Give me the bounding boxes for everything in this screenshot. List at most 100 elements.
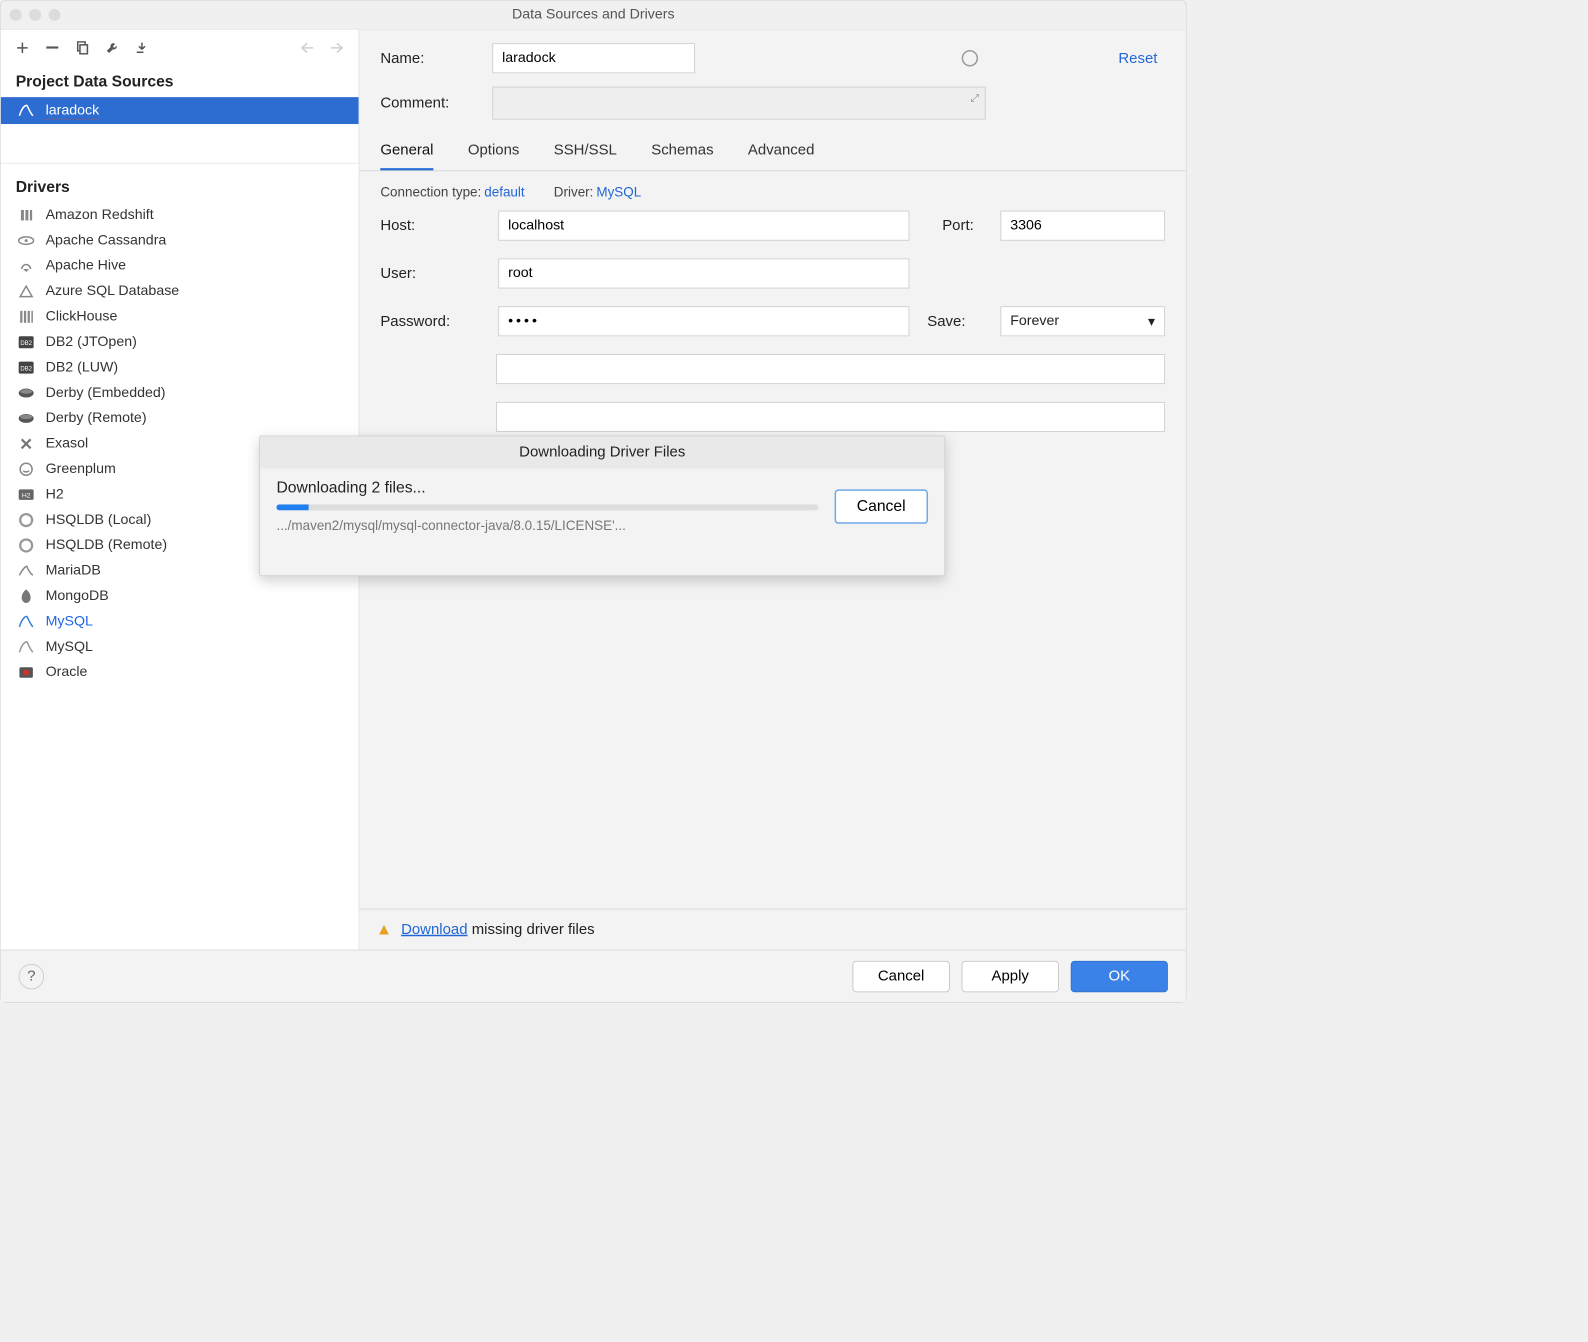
cancel-button[interactable]: Cancel <box>853 961 950 992</box>
remove-icon[interactable] <box>44 40 60 56</box>
driver-item-label: MariaDB <box>46 563 101 579</box>
driver-item-label: Oracle <box>46 664 88 680</box>
driver-item-label: ClickHouse <box>46 309 118 325</box>
driver-item-label: Apache Hive <box>46 258 126 274</box>
back-icon[interactable] <box>299 40 315 56</box>
password-label: Password: <box>380 313 485 330</box>
driver-link[interactable]: MySQL <box>596 185 641 200</box>
section-header-project: Project Data Sources <box>1 66 359 97</box>
driver-item[interactable]: MongoDB <box>1 584 359 609</box>
driver-item-label: MySQL <box>46 613 93 629</box>
forward-icon[interactable] <box>329 40 345 56</box>
copy-icon[interactable] <box>74 40 90 56</box>
conn-type-label: Connection type: <box>380 185 481 200</box>
url-input[interactable] <box>496 402 1165 432</box>
warning-bar: ▲ Download missing driver files <box>359 909 1185 950</box>
tab-schemas[interactable]: Schemas <box>651 142 713 170</box>
titlebar: Data Sources and Drivers <box>1 1 1186 29</box>
tab-general[interactable]: General <box>380 142 433 170</box>
comment-input[interactable]: ⤢ <box>492 87 985 120</box>
driver-item-label: MySQL <box>46 639 93 655</box>
ok-button[interactable]: OK <box>1071 961 1168 992</box>
name-label: Name: <box>380 50 492 67</box>
driver-icon <box>17 257 35 275</box>
driver-icon <box>17 664 35 682</box>
name-input[interactable] <box>492 43 694 73</box>
mysql-icon <box>17 102 35 120</box>
driver-item-label: Azure SQL Database <box>46 283 180 299</box>
driver-item[interactable]: DB2 DB2 (LUW) <box>1 355 359 380</box>
download-drivers-link[interactable]: Download <box>401 921 467 937</box>
driver-item[interactable]: DB2 DB2 (JTOpen) <box>1 330 359 355</box>
section-header-drivers: Drivers <box>1 171 359 202</box>
driver-item-label: DB2 (LUW) <box>46 359 119 375</box>
driver-item[interactable]: Apache Hive <box>1 253 359 278</box>
driver-icon <box>17 460 35 478</box>
driver-item[interactable]: MySQL <box>1 609 359 634</box>
driver-item[interactable]: Derby (Embedded) <box>1 380 359 405</box>
apply-button[interactable]: Apply <box>962 961 1059 992</box>
svg-text:DB2: DB2 <box>20 341 32 347</box>
sidebar-toolbar <box>1 30 359 66</box>
reset-link[interactable]: Reset <box>1118 50 1165 67</box>
driver-item-label: HSQLDB (Local) <box>46 512 152 528</box>
conn-type-link[interactable]: default <box>484 185 524 200</box>
user-input[interactable] <box>498 259 909 289</box>
driver-item[interactable]: MySQL <box>1 634 359 659</box>
tab-options[interactable]: Options <box>468 142 520 170</box>
driver-icon: H2 <box>17 486 35 504</box>
add-icon[interactable] <box>14 40 30 56</box>
dialog-title: Downloading Driver Files <box>260 436 944 468</box>
driver-item[interactable]: Amazon Redshift <box>1 202 359 227</box>
dialog-cancel-button[interactable]: Cancel <box>834 489 928 523</box>
driver-item[interactable]: Oracle <box>1 660 359 685</box>
driver-item-label: DB2 (JTOpen) <box>46 334 137 350</box>
connection-subinfo: Connection type:default Driver:MySQL <box>359 171 1185 203</box>
window-title: Data Sources and Drivers <box>1 7 1186 23</box>
driver-icon <box>17 206 35 224</box>
user-label: User: <box>380 265 485 282</box>
driver-icon: DB2 <box>17 359 35 377</box>
expand-icon[interactable]: ⤢ <box>970 92 978 105</box>
driver-item[interactable]: Azure SQL Database <box>1 279 359 304</box>
wrench-icon[interactable] <box>104 40 120 56</box>
import-icon[interactable] <box>134 40 150 56</box>
driver-icon <box>17 587 35 605</box>
driver-icon <box>17 308 35 326</box>
host-input[interactable] <box>498 211 909 241</box>
driver-icon <box>17 562 35 580</box>
port-label: Port: <box>942 217 987 234</box>
color-circle-icon[interactable] <box>962 50 978 66</box>
tab-advanced[interactable]: Advanced <box>748 142 814 170</box>
comment-label: Comment: <box>380 95 492 112</box>
save-select[interactable]: Forever ▾ <box>1001 306 1165 336</box>
port-input[interactable] <box>1001 211 1165 241</box>
tab-ssh-ssl[interactable]: SSH/SSL <box>554 142 617 170</box>
tabs: General Options SSH/SSL Schemas Advanced <box>359 133 1185 171</box>
driver-item[interactable]: ClickHouse <box>1 304 359 329</box>
driver-item-label: Derby (Remote) <box>46 410 147 426</box>
driver-item-label: HSQLDB (Remote) <box>46 537 168 553</box>
driver-icon <box>17 282 35 300</box>
driver-icon <box>17 384 35 402</box>
driver-item[interactable]: Derby (Remote) <box>1 406 359 431</box>
warning-icon: ▲ <box>376 920 392 939</box>
datasource-name: laradock <box>46 102 100 119</box>
driver-item[interactable]: Apache Cassandra <box>1 228 359 253</box>
password-input[interactable] <box>498 306 909 336</box>
save-select-value: Forever <box>1010 313 1059 329</box>
driver-item-label: Exasol <box>46 436 89 452</box>
warning-text: missing driver files <box>468 921 595 937</box>
help-icon[interactable]: ? <box>19 964 44 989</box>
driver-icon <box>17 511 35 529</box>
driver-item-label: Apache Cassandra <box>46 232 167 248</box>
driver-icon: DB2 <box>17 333 35 351</box>
download-dialog: Downloading Driver Files Downloading 2 f… <box>259 436 945 576</box>
chevron-down-icon: ▾ <box>1148 313 1155 330</box>
driver-icon <box>17 536 35 554</box>
database-input[interactable] <box>496 354 1165 384</box>
svg-text:H2: H2 <box>22 493 31 500</box>
driver-label: Driver: <box>554 185 594 200</box>
datasource-item-laradock[interactable]: laradock <box>1 97 359 124</box>
save-label: Save: <box>927 313 987 330</box>
